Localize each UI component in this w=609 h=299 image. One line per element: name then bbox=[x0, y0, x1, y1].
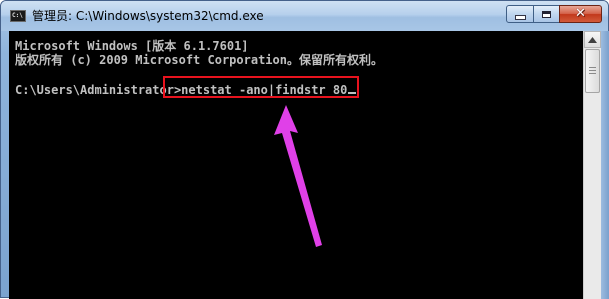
thumb-grip-icon bbox=[589, 67, 596, 75]
annotation-arrow-icon bbox=[274, 105, 322, 247]
console-line-version: Microsoft Windows [版本 6.1.7601] bbox=[15, 39, 249, 53]
cmd-app-icon[interactable]: C:\ bbox=[10, 10, 26, 22]
scroll-up-button[interactable] bbox=[584, 31, 601, 48]
maximize-button[interactable] bbox=[533, 5, 560, 23]
title-bar[interactable]: C:\ 管理员: C:\Windows\system32\cmd.exe ✕ bbox=[1, 1, 608, 31]
close-icon: ✕ bbox=[575, 6, 586, 21]
close-button[interactable]: ✕ bbox=[559, 5, 602, 23]
scroll-thumb[interactable] bbox=[585, 49, 600, 93]
scroll-up-arrow-icon bbox=[588, 36, 597, 43]
maximize-icon bbox=[542, 10, 551, 18]
command-highlight-box bbox=[163, 76, 359, 98]
window-frame-right bbox=[601, 31, 609, 299]
console-line-copyright: 版权所有 (c) 2009 Microsoft Corporation。保留所有… bbox=[15, 53, 383, 67]
window-title: 管理员: C:\Windows\system32\cmd.exe bbox=[32, 9, 264, 23]
minimize-icon bbox=[514, 14, 526, 20]
vertical-scrollbar[interactable] bbox=[583, 31, 601, 299]
minimize-button[interactable] bbox=[506, 5, 534, 23]
